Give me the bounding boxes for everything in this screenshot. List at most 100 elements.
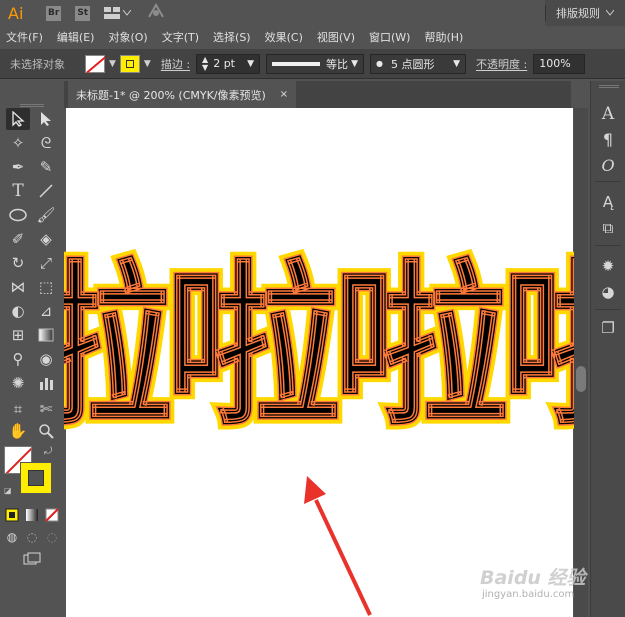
arrange-documents-button[interactable] xyxy=(104,7,132,19)
color-mode-icon[interactable] xyxy=(2,504,22,526)
paragraph-icon[interactable]: ¶ xyxy=(597,129,619,151)
draw-normal-icon[interactable]: ◍ xyxy=(2,526,22,548)
screen-mode-icon[interactable] xyxy=(20,548,44,570)
column-graph-icon[interactable] xyxy=(34,372,58,394)
watermark: Baidu 经验 jingyan.baidu.com xyxy=(480,563,600,607)
stroke-profile-preview xyxy=(272,61,321,66)
eraser-icon[interactable]: ◈ xyxy=(34,228,58,250)
pen-icon[interactable]: ✒ xyxy=(6,156,30,178)
opentype-icon[interactable]: O xyxy=(597,155,619,177)
workspace-switcher[interactable]: 排版规则 xyxy=(545,0,625,26)
selection-status: 未选择对象 xyxy=(10,57,65,71)
title-bar: Ai Br St 排版规则 xyxy=(0,0,625,26)
layers-icon[interactable]: ❐ xyxy=(597,317,619,339)
watermark-main: Baidu 经验 xyxy=(480,567,586,589)
menu-effect[interactable]: 效果(C) xyxy=(265,29,303,45)
canvas-area[interactable]: 啦啦啦啦 啦啦啦啦 xyxy=(64,108,574,617)
document-tab[interactable]: 未标题-1* @ 200% (CMYK/像素预览) × xyxy=(68,81,296,108)
stroke-dropdown[interactable]: ▼ xyxy=(144,59,151,69)
draw-behind-icon[interactable]: ◌ xyxy=(22,526,42,548)
shaper-icon[interactable]: ✐ xyxy=(6,228,30,250)
slice-icon[interactable]: ✄ xyxy=(34,398,58,420)
perspective-icon[interactable]: ⊿ xyxy=(34,300,58,322)
graphic-styles-icon[interactable]: ◕ xyxy=(597,281,619,303)
stroke-swatch[interactable] xyxy=(119,54,140,73)
stroke-label[interactable]: 描边 : xyxy=(161,56,190,72)
stepper-icon[interactable]: ▲ ▼ xyxy=(202,55,208,72)
artboard-icon[interactable]: ⌗ xyxy=(6,398,30,420)
opacity-field[interactable]: 100% xyxy=(533,53,586,74)
magic-wand-icon[interactable]: ✧ xyxy=(6,132,30,154)
zoom-icon[interactable] xyxy=(34,420,58,442)
brush-label: 5 点圆形 xyxy=(391,57,435,71)
align-icon[interactable]: ⧉ xyxy=(597,217,619,239)
menu-edit[interactable]: 编辑(E) xyxy=(57,29,95,45)
paintbrush-icon[interactable]: 🖌 xyxy=(34,204,58,226)
panel-grip[interactable] xyxy=(599,85,619,88)
bridge-button[interactable]: Br xyxy=(46,5,62,21)
direct-selection-icon[interactable] xyxy=(34,108,58,130)
opacity-value: 100% xyxy=(539,57,571,70)
type-icon[interactable]: T xyxy=(6,180,30,202)
document-tab-title: 未标题-1* @ 200% (CMYK/像素预览) xyxy=(76,88,266,102)
none-mode-icon[interactable] xyxy=(42,504,62,526)
stroke-color-swatch[interactable] xyxy=(20,462,52,494)
chevron-down-icon: ▼ xyxy=(351,58,359,69)
width-icon[interactable]: ⋈ xyxy=(6,276,30,298)
stock-button[interactable]: St xyxy=(75,5,91,21)
gradient-icon[interactable] xyxy=(34,324,58,346)
menu-select[interactable]: 选择(S) xyxy=(213,29,251,45)
ellipse-icon[interactable] xyxy=(6,204,30,226)
artboard[interactable]: 啦啦啦啦 啦啦啦啦 xyxy=(64,108,574,617)
menu-view[interactable]: 视图(V) xyxy=(317,29,355,45)
variable-width-profile[interactable]: 等比 ▼ xyxy=(266,53,365,74)
shape-builder-icon[interactable]: ◐ xyxy=(6,300,30,322)
control-bar: 未选择对象 ▼ ▼ 描边 : ▲ ▼ 2 pt ▼ 等比 ▼ ● 5 点圆形 ▼ … xyxy=(0,49,625,79)
eyedropper-icon[interactable]: ⚲ xyxy=(6,348,30,370)
line-icon[interactable] xyxy=(34,180,58,202)
hand-icon[interactable]: ✋ xyxy=(6,420,30,442)
menu-window[interactable]: 窗口(W) xyxy=(369,29,410,45)
illustrator-window: Ai Br St 排版规则 文件(F) 编辑(E) 对象(O) 文字(T) 选择… xyxy=(0,0,625,617)
menu-help[interactable]: 帮助(H) xyxy=(424,29,463,45)
panel-grip[interactable] xyxy=(20,104,44,107)
rotate-icon[interactable]: ↻ xyxy=(6,252,30,274)
annotation-arrow xyxy=(304,476,372,616)
curvature-icon[interactable]: ✎ xyxy=(34,156,58,178)
opacity-label[interactable]: 不透明度 : xyxy=(476,56,527,72)
fill-dropdown[interactable]: ▼ xyxy=(109,59,116,69)
grid-layout-icon xyxy=(104,7,121,19)
blend-icon[interactable]: ◉ xyxy=(34,348,58,370)
lasso-icon[interactable]: ᘓ xyxy=(34,132,58,154)
close-icon[interactable]: × xyxy=(280,89,288,100)
glyphs-icon[interactable]: Ą xyxy=(597,191,619,213)
brush-definition[interactable]: ● 5 点圆形 ▼ xyxy=(370,53,467,74)
free-transform-icon[interactable]: ⬚ xyxy=(34,276,58,298)
symbol-sprayer-icon[interactable]: ✺ xyxy=(6,372,30,394)
scale-icon[interactable]: ⤢ xyxy=(34,252,58,274)
appearance-icon[interactable]: ✹ xyxy=(597,255,619,277)
workspace-label: 排版规则 xyxy=(556,7,600,20)
fill-stroke-indicator: ⤾ ◪ xyxy=(4,446,60,502)
mesh-icon[interactable]: ⊞ xyxy=(6,324,30,346)
vertical-scrollbar[interactable] xyxy=(574,108,588,617)
panel-dock: A ¶ O Ą ⧉ ✹ ◕ ❐ xyxy=(590,81,625,617)
scrollbar-thumb[interactable] xyxy=(576,366,586,392)
character-icon[interactable]: A xyxy=(597,103,619,125)
chevron-down-icon[interactable]: ▼ xyxy=(247,59,254,69)
gpu-performance-icon[interactable] xyxy=(147,3,165,23)
menu-file[interactable]: 文件(F) xyxy=(6,29,43,45)
draw-inside-icon[interactable]: ◌ xyxy=(42,526,62,548)
menu-type[interactable]: 文字(T) xyxy=(162,29,199,45)
stroke-profile-label: 等比 xyxy=(326,57,349,71)
stroke-weight-field[interactable]: ▲ ▼ 2 pt ▼ xyxy=(196,53,261,74)
default-colors-icon[interactable]: ◪ xyxy=(4,486,12,495)
menu-bar: 文件(F) 编辑(E) 对象(O) 文字(T) 选择(S) 效果(C) 视图(V… xyxy=(0,26,625,48)
swap-colors-icon[interactable]: ⤾ xyxy=(44,446,52,457)
document-tab-bar: 未标题-1* @ 200% (CMYK/像素预览) × xyxy=(64,81,571,108)
selection-icon[interactable] xyxy=(6,108,30,130)
fill-swatch[interactable] xyxy=(85,54,105,73)
menu-object[interactable]: 对象(O) xyxy=(108,29,147,45)
gradient-mode-icon[interactable] xyxy=(22,504,42,526)
watermark-sub: jingyan.baidu.com xyxy=(482,589,575,600)
